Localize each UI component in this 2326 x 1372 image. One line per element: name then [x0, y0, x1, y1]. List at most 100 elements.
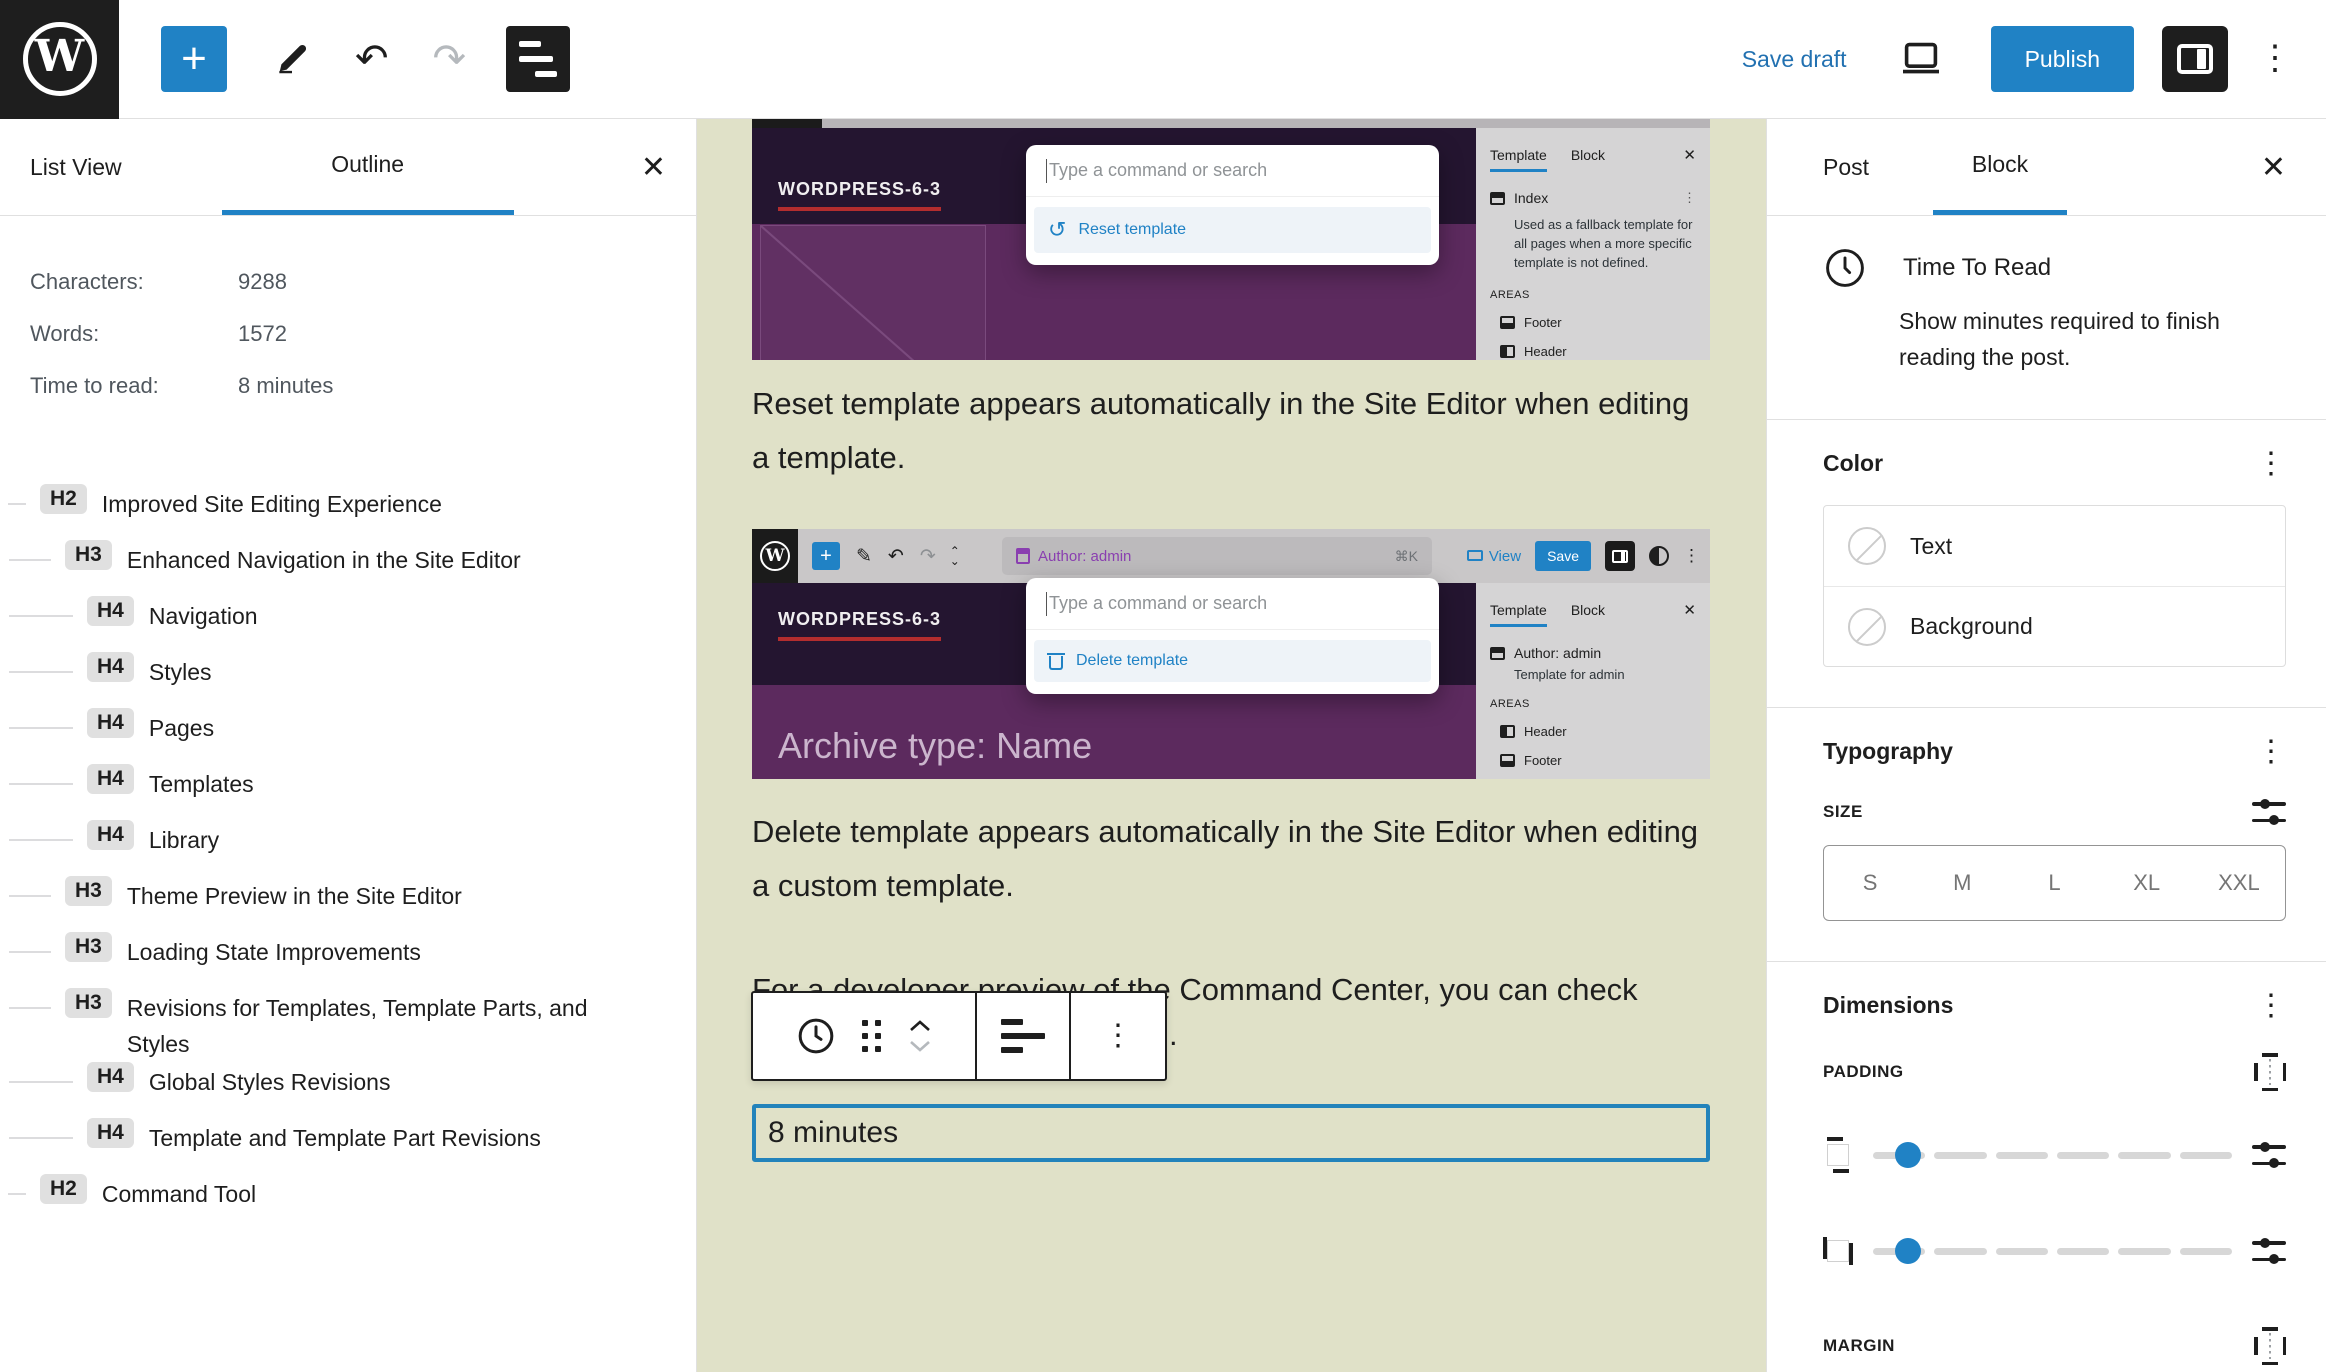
close-list-view-button[interactable]: ✕	[641, 119, 666, 215]
publish-button[interactable]: Publish	[1991, 26, 2134, 92]
size-custom-toggle-icon[interactable]	[2252, 799, 2286, 825]
undo-button[interactable]: ↶	[355, 39, 389, 79]
outline-item[interactable]: H3Enhanced Navigation in the Site Editor	[0, 540, 696, 596]
outline-item-label: Loading State Improvements	[127, 932, 421, 971]
settings-sidebar: Post Block ✕ Time To Read Show minutes r…	[1766, 119, 2326, 1372]
slider-knob[interactable]	[1895, 1238, 1921, 1264]
image-template-panel: Template Block ✕ Author: admin Template …	[1476, 583, 1710, 779]
image-command-palette: Type a command or search ↺Reset template	[1026, 145, 1439, 265]
image-placeholder-box	[760, 225, 986, 360]
heading-level-badge: H4	[87, 1118, 134, 1148]
content-image-delete-template[interactable]: W + ✎ ↶ ↷ ⌃⌄ Author: admin ⌘K View Save	[752, 529, 1710, 779]
image-area-header: Header	[1524, 344, 1567, 359]
image-tab-template: Template	[1490, 602, 1547, 627]
dimensions-options-menu[interactable]: ⋮	[2256, 995, 2286, 1016]
padding-vertical-custom-icon[interactable]	[2252, 1142, 2286, 1168]
move-up-button[interactable]	[908, 1019, 932, 1033]
tab-list-view[interactable]: List View	[0, 119, 122, 215]
block-card-description: Show minutes required to finish reading …	[1899, 304, 2286, 375]
size-option-xxl[interactable]: XXL	[2193, 846, 2285, 920]
outline-item[interactable]: H4Templates	[0, 764, 696, 820]
size-option-m[interactable]: M	[1916, 846, 2008, 920]
size-option-l[interactable]: L	[2008, 846, 2100, 920]
time-to-read-block-icon[interactable]	[796, 1016, 836, 1056]
tab-post[interactable]: Post	[1767, 119, 1869, 215]
paragraph-block-caption2[interactable]: Delete template appears automatically in…	[752, 805, 1710, 914]
paragraph-block-caption1[interactable]: Reset template appears automatically in …	[752, 377, 1710, 486]
text-color-control[interactable]: Text	[1824, 506, 2285, 586]
padding-horizontal-slider[interactable]	[1873, 1238, 2232, 1264]
slider-knob[interactable]	[1895, 1142, 1921, 1168]
size-label: SIZE	[1823, 802, 1863, 822]
outline-item[interactable]: H3Revisions for Templates, Template Part…	[0, 988, 696, 1062]
header-area-icon	[1500, 345, 1515, 358]
no-color-swatch-icon	[1848, 527, 1886, 565]
image-wordpress-logo: W	[752, 529, 798, 583]
typography-options-menu[interactable]: ⋮	[2256, 741, 2286, 762]
drag-handle[interactable]	[862, 1020, 882, 1053]
redo-button[interactable]: ↷	[433, 39, 467, 79]
image-area-footer: Footer	[1524, 315, 1562, 330]
margin-link-sides-icon[interactable]	[2254, 1327, 2286, 1365]
image-command-reset-template: Reset template	[1078, 221, 1186, 239]
block-options-button[interactable]: ⋮	[1103, 1026, 1133, 1046]
document-overview-button[interactable]	[506, 26, 570, 92]
image-panel-toggle	[1605, 541, 1635, 571]
outline-item[interactable]: H2Improved Site Editing Experience	[0, 484, 696, 540]
heading-level-badge: H4	[87, 820, 134, 850]
image-close-icon: ✕	[1683, 601, 1696, 619]
tools-pencil-icon[interactable]	[273, 40, 311, 78]
tab-block[interactable]: Block	[1933, 119, 2067, 215]
wordpress-logo-icon: W	[23, 22, 97, 96]
stat-value: 9288	[238, 269, 287, 295]
outline-item[interactable]: H4Library	[0, 820, 696, 876]
heading-level-badge: H3	[65, 932, 112, 962]
save-draft-button[interactable]: Save draft	[1742, 46, 1847, 73]
image-view-button: View	[1467, 548, 1521, 565]
padding-link-sides-icon[interactable]	[2254, 1053, 2286, 1091]
add-block-button[interactable]: +	[161, 26, 227, 92]
padding-horizontal-control	[1823, 1231, 2286, 1271]
size-option-xl[interactable]: XL	[2101, 846, 2193, 920]
margin-label: MARGIN	[1823, 1336, 1895, 1356]
wordpress-logo[interactable]: W	[0, 0, 119, 119]
editor-canvas[interactable]: WORDPRESS-6-3 Type a command or search ↺…	[697, 119, 1766, 1372]
content-image-reset-template[interactable]: WORDPRESS-6-3 Type a command or search ↺…	[752, 119, 1710, 360]
size-option-s[interactable]: S	[1824, 846, 1916, 920]
dimensions-section: Dimensions ⋮ PADDING	[1767, 962, 2326, 1372]
background-color-control[interactable]: Background	[1824, 586, 2285, 666]
settings-panel-toggle[interactable]	[2162, 26, 2228, 92]
outline-item-label: Template and Template Part Revisions	[149, 1118, 541, 1157]
options-menu-button[interactable]: ⋮	[2258, 47, 2292, 71]
preview-icon[interactable]	[1899, 41, 1943, 77]
move-down-button[interactable]	[908, 1039, 932, 1053]
outline-item[interactable]: H4Pages	[0, 708, 696, 764]
align-button[interactable]	[1001, 1019, 1045, 1053]
heading-level-badge: H3	[65, 988, 112, 1018]
outline-item[interactable]: H3Theme Preview in the Site Editor	[0, 876, 696, 932]
text-color-label: Text	[1910, 533, 1952, 560]
color-options-menu[interactable]: ⋮	[2256, 453, 2286, 474]
outline-item[interactable]: H4 Template and Template Part Revisions	[0, 1118, 696, 1174]
outline-item[interactable]: H4Navigation	[0, 596, 696, 652]
outline-item-label: Templates	[149, 764, 254, 803]
padding-vertical-slider[interactable]	[1873, 1142, 2232, 1168]
clock-icon	[1823, 246, 1867, 290]
image-admin-bar	[752, 119, 1710, 128]
image-palette-placeholder: Type a command or search	[1049, 593, 1267, 614]
stat-label: Words:	[30, 321, 99, 347]
time-to-read-block[interactable]: 8 minutes	[752, 1104, 1710, 1162]
tab-outline[interactable]: Outline	[222, 119, 514, 215]
editor-window: W + ↶ ↷ Save draft Publish ⋮ List View O…	[0, 0, 2326, 1372]
heading-level-badge: H3	[65, 540, 112, 570]
outline-item[interactable]: H2Command Tool	[0, 1174, 696, 1230]
outline-item[interactable]: H4Styles	[0, 652, 696, 708]
stat-value: 8 minutes	[238, 373, 333, 399]
vertical-padding-icon	[1823, 1137, 1853, 1173]
no-color-swatch-icon	[1848, 608, 1886, 646]
outline-item[interactable]: H4Global Styles Revisions	[0, 1062, 696, 1118]
padding-horizontal-custom-icon[interactable]	[2252, 1238, 2286, 1264]
template-icon	[1490, 647, 1505, 660]
close-settings-button[interactable]: ✕	[2261, 119, 2286, 215]
outline-item[interactable]: H3 Loading State Improvements	[0, 932, 696, 988]
